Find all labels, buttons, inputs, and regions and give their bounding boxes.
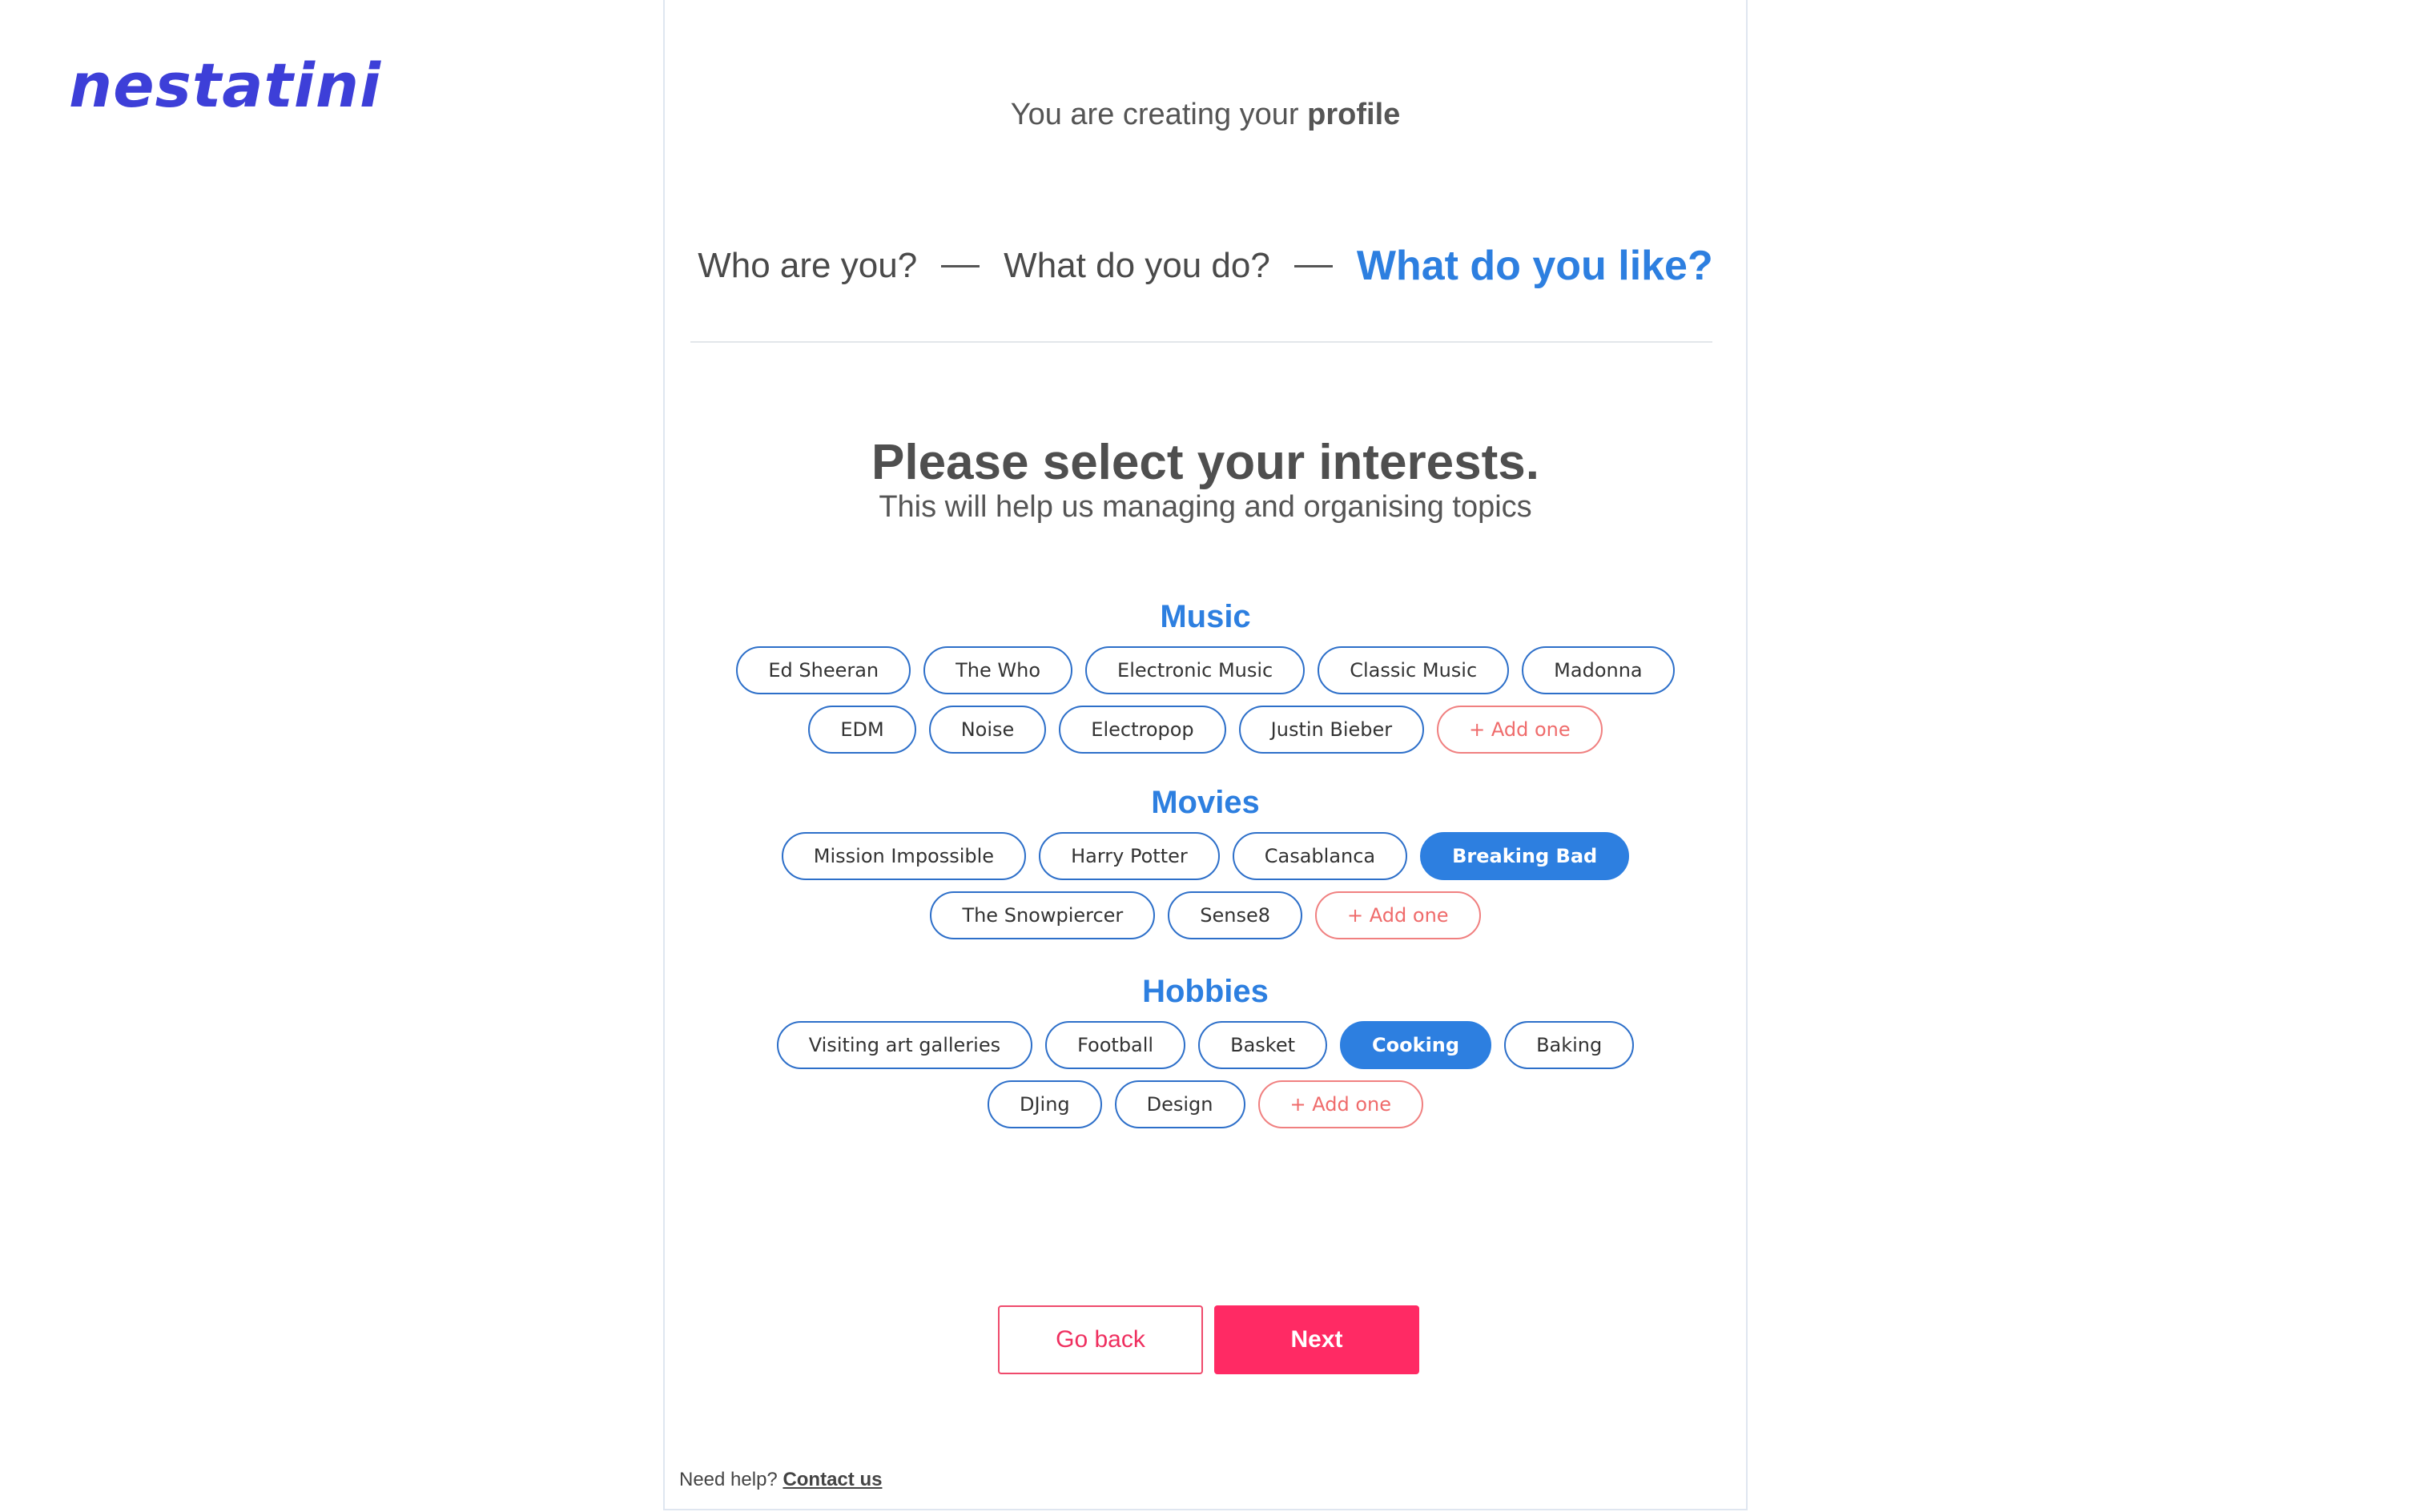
hobbies-section: Hobbies Visiting art galleries Football … xyxy=(665,974,1746,1128)
music-row-2: EDM Noise Electropop Justin Bieber + Add… xyxy=(665,706,1746,754)
movies-row-2: The Snowpiercer Sense8 + Add one xyxy=(665,891,1746,939)
music-heading: Music xyxy=(1160,599,1251,634)
interest-chip[interactable]: Baking xyxy=(1504,1021,1635,1069)
add-music-button[interactable]: + Add one xyxy=(1437,706,1603,754)
interest-chip[interactable]: Sense8 xyxy=(1168,891,1303,939)
interest-chip[interactable]: Visiting art galleries xyxy=(776,1021,1033,1069)
add-hobby-button[interactable]: + Add one xyxy=(1257,1080,1424,1128)
step-what-do-you-like[interactable]: What do you like? xyxy=(1357,242,1713,290)
creating-bold: profile xyxy=(1307,98,1401,131)
interest-chip[interactable]: Harry Potter xyxy=(1039,832,1220,880)
page-title: Please select your interests. xyxy=(871,435,1539,490)
step-separator xyxy=(941,264,980,267)
movies-section: Movies Mission Impossible Harry Potter C… xyxy=(665,785,1746,939)
interest-chip[interactable]: Justin Bieber xyxy=(1238,706,1425,754)
help-footer: Need help? Contact us xyxy=(679,1469,882,1491)
hobbies-row-2: DJing Design + Add one xyxy=(665,1080,1746,1128)
page-subtitle: This will help us managing and organisin… xyxy=(879,490,1532,524)
interest-chip[interactable]: EDM xyxy=(808,706,916,754)
help-text: Need help? xyxy=(679,1469,778,1490)
interest-chip[interactable]: Electropop xyxy=(1059,706,1226,754)
interest-chip[interactable]: Classic Music xyxy=(1318,646,1510,694)
next-button[interactable]: Next xyxy=(1214,1305,1419,1374)
music-row-1: Ed Sheeran The Who Electronic Music Clas… xyxy=(665,646,1746,694)
interest-chip[interactable]: Basket xyxy=(1198,1021,1328,1069)
step-who-are-you[interactable]: Who are you? xyxy=(698,246,917,286)
interest-chip[interactable]: Design xyxy=(1114,1080,1245,1128)
movies-row-1: Mission Impossible Harry Potter Casablan… xyxy=(665,832,1746,880)
interest-chip[interactable]: Football xyxy=(1045,1021,1186,1069)
movies-heading: Movies xyxy=(1151,785,1260,820)
profile-wizard-card: You are creating your profile Who are yo… xyxy=(663,0,1748,1510)
music-section: Music Ed Sheeran The Who Electronic Musi… xyxy=(665,599,1746,754)
interest-chip[interactable]: Noise xyxy=(928,706,1047,754)
wizard-steps: Who are you? What do you do? What do you… xyxy=(665,242,1746,290)
interest-chip[interactable]: DJing xyxy=(987,1080,1102,1128)
creating-prefix: You are creating your xyxy=(1010,98,1299,131)
interest-chip[interactable]: The Who xyxy=(923,646,1073,694)
contact-us-link[interactable]: Contact us xyxy=(783,1469,882,1490)
hobbies-row-1: Visiting art galleries Football Basket C… xyxy=(665,1021,1746,1069)
interest-chip[interactable]: Ed Sheeran xyxy=(736,646,911,694)
steps-divider xyxy=(690,341,1712,343)
interest-chip[interactable]: Madonna xyxy=(1522,646,1675,694)
interest-chip[interactable]: Casablanca xyxy=(1232,832,1408,880)
interest-chip-selected[interactable]: Cooking xyxy=(1340,1021,1492,1069)
brand-logo[interactable]: nestatini xyxy=(69,50,381,121)
hobbies-heading: Hobbies xyxy=(1142,974,1269,1009)
step-what-do-you-do[interactable]: What do you do? xyxy=(1004,246,1270,286)
creating-profile-caption: You are creating your profile xyxy=(665,98,1746,132)
interest-chip[interactable]: Electronic Music xyxy=(1085,646,1306,694)
step-separator xyxy=(1293,264,1333,267)
interest-chip-selected[interactable]: Breaking Bad xyxy=(1420,832,1630,880)
interest-chip[interactable]: The Snowpiercer xyxy=(930,891,1156,939)
go-back-button[interactable]: Go back xyxy=(998,1305,1203,1374)
interest-chip[interactable]: Mission Impossible xyxy=(781,832,1027,880)
add-movie-button[interactable]: + Add one xyxy=(1315,891,1481,939)
